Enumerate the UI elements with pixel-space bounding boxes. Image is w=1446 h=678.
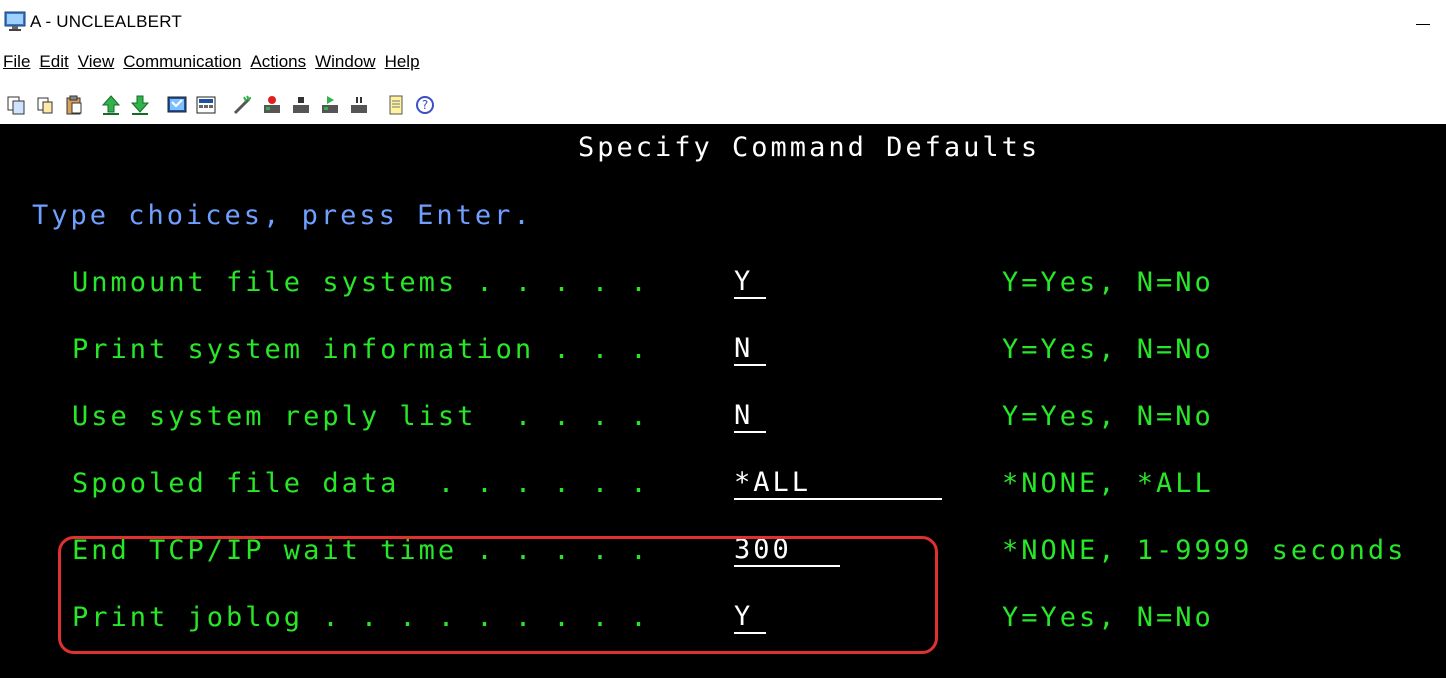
play-macro-button[interactable] — [317, 92, 343, 118]
menu-view[interactable]: View — [75, 52, 117, 78]
help-button[interactable]: ? — [412, 92, 438, 118]
field-hint-print-joblog: Y=Yes, N=No — [1002, 602, 1214, 633]
minimize-button[interactable] — [1406, 0, 1446, 40]
paste-button[interactable] — [61, 92, 87, 118]
menu-window[interactable]: Window — [312, 52, 377, 78]
menu-bar: File Edit View Communication Actions Win… — [0, 52, 426, 78]
monitor-icon — [4, 11, 26, 31]
highlight-annotation — [58, 536, 938, 654]
copy-icon — [7, 96, 25, 115]
play-macro-icon — [322, 96, 338, 113]
window-title: A - UNCLEALBERT — [30, 12, 182, 31]
field-hint-spooled-file: *NONE, *ALL — [1002, 468, 1214, 499]
menu-communication[interactable]: Communication — [120, 52, 243, 78]
field-hint-unmount: Y=Yes, N=No — [1002, 267, 1214, 298]
display-screen-icon — [167, 96, 187, 113]
record-macro-icon — [264, 96, 280, 113]
instruction-text: Type choices, press Enter. — [32, 200, 533, 231]
keypad-button[interactable] — [193, 92, 219, 118]
notepad-icon — [389, 95, 403, 115]
pause-macro-button[interactable] — [346, 92, 372, 118]
display-button[interactable] — [164, 92, 190, 118]
field-label-spooled-file: Spooled file data . . . . . . — [72, 468, 650, 499]
stop-macro-button[interactable] — [288, 92, 314, 118]
paste-icon — [66, 95, 82, 115]
screen-heading: Specify Command Defaults — [578, 132, 1041, 163]
pause-macro-icon — [351, 97, 367, 113]
menu-help[interactable]: Help — [382, 52, 422, 78]
download-arrow-icon — [130, 95, 150, 115]
receive-button[interactable] — [127, 92, 153, 118]
copy-button[interactable] — [3, 92, 29, 118]
send-button[interactable] — [98, 92, 124, 118]
field-hint-print-system-info: Y=Yes, N=No — [1002, 334, 1214, 365]
menu-edit[interactable]: Edit — [36, 52, 70, 78]
print-system-info-input[interactable]: N — [734, 334, 766, 366]
unmount-input[interactable]: Y — [734, 267, 766, 299]
toolbar: ? — [0, 90, 438, 120]
notes-button[interactable] — [383, 92, 409, 118]
clipboard-copy-icon — [37, 97, 53, 114]
menu-file[interactable]: File — [0, 52, 32, 78]
upload-arrow-icon — [101, 95, 121, 115]
stop-macro-icon — [293, 97, 309, 113]
field-hint-reply-list: Y=Yes, N=No — [1002, 401, 1214, 432]
copy-append-button[interactable] — [32, 92, 58, 118]
field-label-print-system-info: Print system information . . . — [72, 334, 650, 365]
title-bar: A - UNCLEALBERT — [0, 0, 1446, 46]
svg-text:?: ? — [422, 98, 428, 112]
field-label-unmount: Unmount file systems . . . . . — [72, 267, 650, 298]
record-macro-button[interactable] — [259, 92, 285, 118]
keypad-grid-icon — [196, 96, 216, 114]
menu-actions[interactable]: Actions — [247, 52, 308, 78]
wand-icon — [233, 95, 252, 115]
spooled-file-input[interactable]: *ALL — [734, 468, 942, 500]
field-hint-tcpip-wait: *NONE, 1-9999 seconds — [1002, 535, 1407, 566]
macro-button[interactable] — [230, 92, 256, 118]
terminal-screen[interactable]: Specify Command Defaults Type choices, p… — [0, 124, 1446, 678]
field-label-reply-list: Use system reply list . . . . — [72, 401, 650, 432]
help-icon: ? — [416, 96, 434, 114]
reply-list-input[interactable]: N — [734, 401, 766, 433]
